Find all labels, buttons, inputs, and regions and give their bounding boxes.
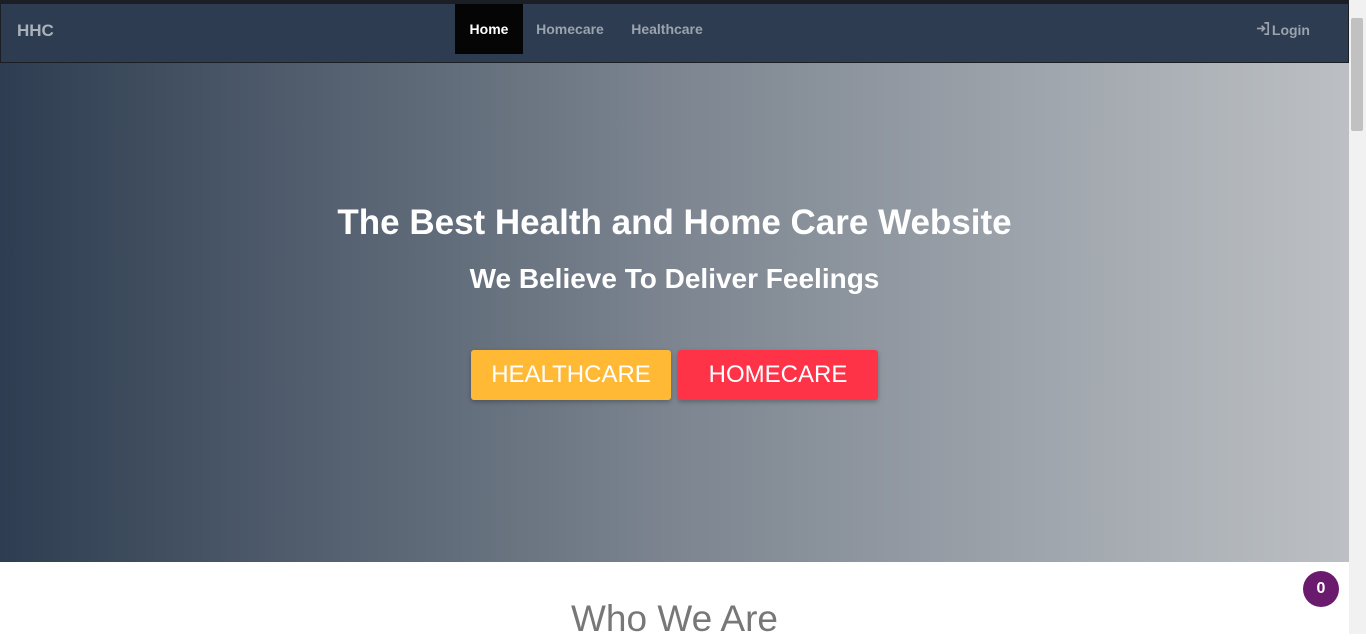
login-icon [1256, 21, 1271, 39]
nav-item-healthcare[interactable]: Healthcare [617, 4, 717, 54]
login-label: Login [1271, 22, 1310, 38]
login-link[interactable]: Login [1256, 21, 1310, 39]
hero-subtitle: We Believe To Deliver Feelings [469, 263, 880, 294]
nav-item-home[interactable]: Home [455, 4, 523, 54]
cart-count-badge[interactable]: 0 [1303, 571, 1339, 607]
navbar: HHC Home Homecare Healthcare Login [0, 4, 1349, 63]
healthcare-button[interactable]: HEALTHCARE [471, 350, 671, 400]
brand-logo[interactable]: HHC [17, 21, 54, 41]
homecare-button[interactable]: HOMECARE [678, 350, 878, 400]
scrollbar[interactable] [1349, 0, 1366, 634]
hero-title: The Best Health and Home Care Website [337, 203, 1012, 242]
scrollbar-thumb[interactable] [1351, 18, 1363, 131]
hero-banner: The Best Health and Home Care Website We… [0, 63, 1349, 562]
nav-item-homecare[interactable]: Homecare [523, 4, 617, 54]
